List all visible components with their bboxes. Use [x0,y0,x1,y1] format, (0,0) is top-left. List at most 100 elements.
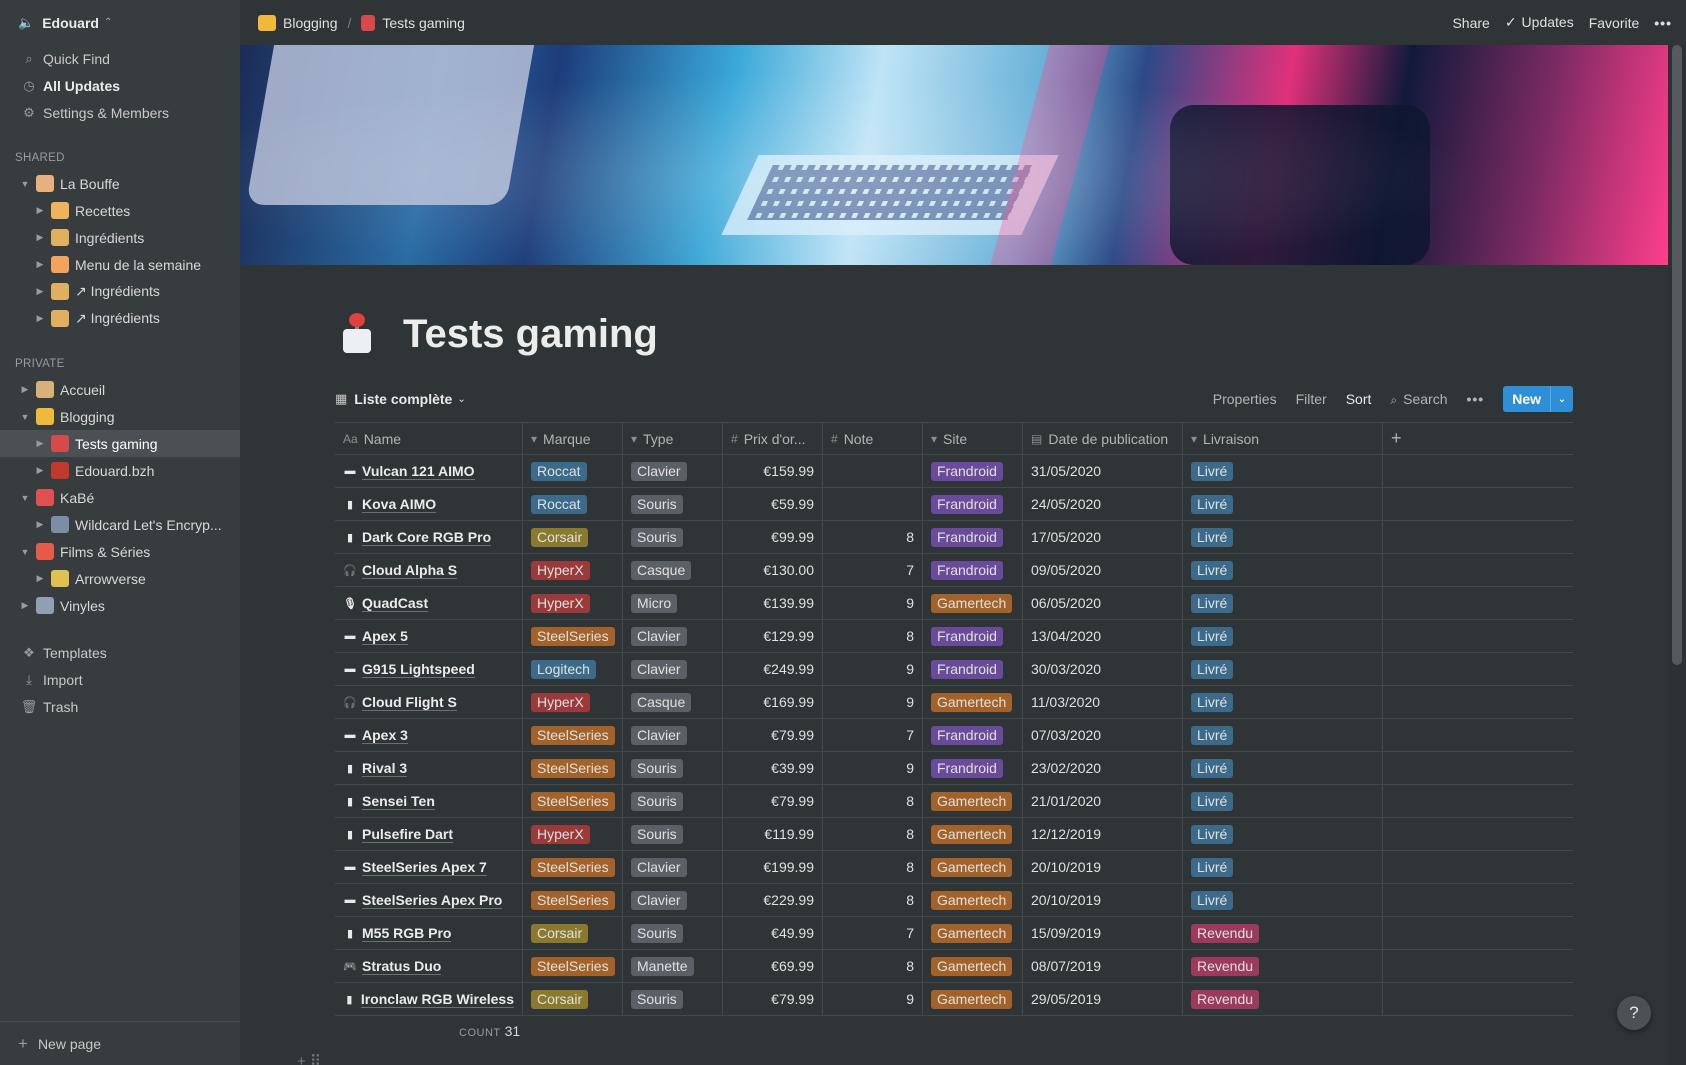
collapse-toggle-icon[interactable]: ▼ [18,179,32,189]
cell-type[interactable]: Manette [623,950,723,982]
add-block-handle[interactable]: + ⠿ [297,1052,321,1065]
cell-name[interactable]: ▬ SteelSeries Apex Pro [335,884,523,916]
row-name[interactable]: Dark Core RGB Pro [362,529,492,546]
cell-date[interactable]: 29/05/2019 [1023,983,1183,1015]
cell-prix[interactable]: €79.99 [723,785,823,817]
cell-livraison[interactable]: Livré [1183,587,1383,619]
cell-prix[interactable]: €139.99 [723,587,823,619]
cell-type[interactable]: Clavier [623,653,723,685]
cell-site[interactable]: Gamertech [923,950,1023,982]
view-more-icon[interactable]: ••• [1466,391,1484,407]
cell-marque[interactable]: Corsair [523,983,623,1015]
cell-note[interactable]: 7 [823,917,923,949]
cell-note[interactable]: 8 [823,521,923,553]
bottom-templates[interactable]: ❖ Templates [0,639,240,666]
collapse-toggle-icon[interactable]: ▼ [18,547,32,557]
cell-marque[interactable]: SteelSeries [523,884,623,916]
sidebar-item-films-series[interactable]: ▼ Films & Séries [0,538,240,565]
collapse-toggle-icon[interactable]: ▼ [18,493,32,503]
cell-prix[interactable]: €119.99 [723,818,823,850]
cell-marque[interactable]: SteelSeries [523,785,623,817]
expand-toggle-icon[interactable]: ▶ [18,384,32,395]
cell-date[interactable]: 06/05/2020 [1023,587,1183,619]
cell-type[interactable]: Clavier [623,620,723,652]
cell-livraison[interactable]: Livré [1183,851,1383,883]
cell-type[interactable]: Souris [623,752,723,784]
row-name[interactable]: G915 Lightspeed [362,661,475,678]
table-row[interactable]: ▮ Pulsefire Dart HyperX Souris €119.99 8 Gamer… [335,818,1573,851]
cell-site[interactable]: Frandroid [923,488,1023,520]
cell-name[interactable]: ▬ G915 Lightspeed [335,653,523,685]
sidebar-item-ingredients[interactable]: ▶ ↗ Ingrédients [0,278,240,305]
cell-prix[interactable]: €249.99 [723,653,823,685]
cell-marque[interactable]: Roccat [523,455,623,487]
cell-site[interactable]: Gamertech [923,587,1023,619]
cell-name[interactable]: ▬ SteelSeries Apex 7 [335,851,523,883]
cell-site[interactable]: Frandroid [923,521,1023,553]
cell-type[interactable]: Clavier [623,719,723,751]
cell-type[interactable]: Souris [623,785,723,817]
column-header-note[interactable]: # Note [823,423,923,454]
cell-prix[interactable]: €130.00 [723,554,823,586]
sidebar-item-accueil[interactable]: ▶ Accueil [0,376,240,403]
view-selector[interactable]: ▦ Liste complète ⌄ [335,391,466,407]
cell-prix[interactable]: €59.99 [723,488,823,520]
cell-note[interactable] [823,455,923,487]
search-button[interactable]: ⌕ Search [1390,391,1447,408]
cell-site[interactable]: Gamertech [923,686,1023,718]
properties-button[interactable]: Properties [1213,391,1277,407]
table-row[interactable]: 🎮 Stratus Duo SteelSeries Manette €69.99 8 Gam… [335,950,1573,983]
cell-date[interactable]: 20/10/2019 [1023,884,1183,916]
table-row[interactable]: ▬ G915 Lightspeed Logitech Clavier €249.99 9 F… [335,653,1573,686]
sidebar-item-ingredients[interactable]: ▶ ↗ Ingrédients [0,305,240,332]
cell-name[interactable]: ▮ Pulsefire Dart [335,818,523,850]
sidebar-item-vinyles[interactable]: ▶ Vinyles [0,592,240,619]
updates-button[interactable]: ✓ Updates [1505,14,1574,31]
row-name[interactable]: SteelSeries Apex 7 [362,859,487,876]
sidebar-item-la-bouffe[interactable]: ▼ La Bouffe [0,170,240,197]
cell-marque[interactable]: HyperX [523,686,623,718]
cell-marque[interactable]: SteelSeries [523,719,623,751]
expand-toggle-icon[interactable]: ▶ [33,232,47,243]
table-row[interactable]: ▮ Rival 3 SteelSeries Souris €39.99 9 Frandroi… [335,752,1573,785]
cell-date[interactable]: 11/03/2020 [1023,686,1183,718]
cell-site[interactable]: Frandroid [923,620,1023,652]
cell-type[interactable]: Souris [623,917,723,949]
cell-note[interactable]: 9 [823,653,923,685]
column-header-type[interactable]: ▾ Type [623,423,723,454]
cell-type[interactable]: Souris [623,488,723,520]
table-row[interactable]: ▮ Dark Core RGB Pro Corsair Souris €99.99 8 Fr… [335,521,1573,554]
row-name[interactable]: Apex 5 [362,628,408,645]
table-row[interactable]: 🎧 Cloud Alpha S HyperX Casque €130.00 7 Frandr… [335,554,1573,587]
cell-livraison[interactable]: Livré [1183,488,1383,520]
cell-type[interactable]: Casque [623,686,723,718]
cell-date[interactable]: 31/05/2020 [1023,455,1183,487]
cell-livraison[interactable]: Livré [1183,818,1383,850]
row-name[interactable]: Cloud Alpha S [362,562,458,579]
cell-name[interactable]: ▮ Dark Core RGB Pro [335,521,523,553]
cell-prix[interactable]: €49.99 [723,917,823,949]
cell-note[interactable]: 7 [823,719,923,751]
cell-name[interactable]: ▮ Ironclaw RGB Wireless [335,983,523,1015]
cell-marque[interactable]: SteelSeries [523,620,623,652]
cell-note[interactable]: 8 [823,620,923,652]
cell-site[interactable]: Frandroid [923,653,1023,685]
cell-type[interactable]: Souris [623,818,723,850]
cell-prix[interactable]: €159.99 [723,455,823,487]
expand-toggle-icon[interactable]: ▶ [33,205,47,216]
expand-toggle-icon[interactable]: ▶ [33,438,47,449]
sidebar-item-tests-gaming[interactable]: ▶ Tests gaming [0,430,240,457]
cell-marque[interactable]: HyperX [523,554,623,586]
nav-all-updates[interactable]: ◷ All Updates [0,72,240,99]
cell-site[interactable]: Gamertech [923,983,1023,1015]
cell-note[interactable]: 8 [823,950,923,982]
cell-note[interactable]: 8 [823,851,923,883]
cell-marque[interactable]: SteelSeries [523,950,623,982]
row-name[interactable]: M55 RGB Pro [362,925,452,942]
nav-quick-find[interactable]: ⌕ Quick Find [0,45,240,72]
column-header-site[interactable]: ▾ Site [923,423,1023,454]
column-header-marque[interactable]: ▾ Marque [523,423,623,454]
cell-livraison[interactable]: Livré [1183,686,1383,718]
cell-livraison[interactable]: Livré [1183,884,1383,916]
cell-note[interactable] [823,488,923,520]
